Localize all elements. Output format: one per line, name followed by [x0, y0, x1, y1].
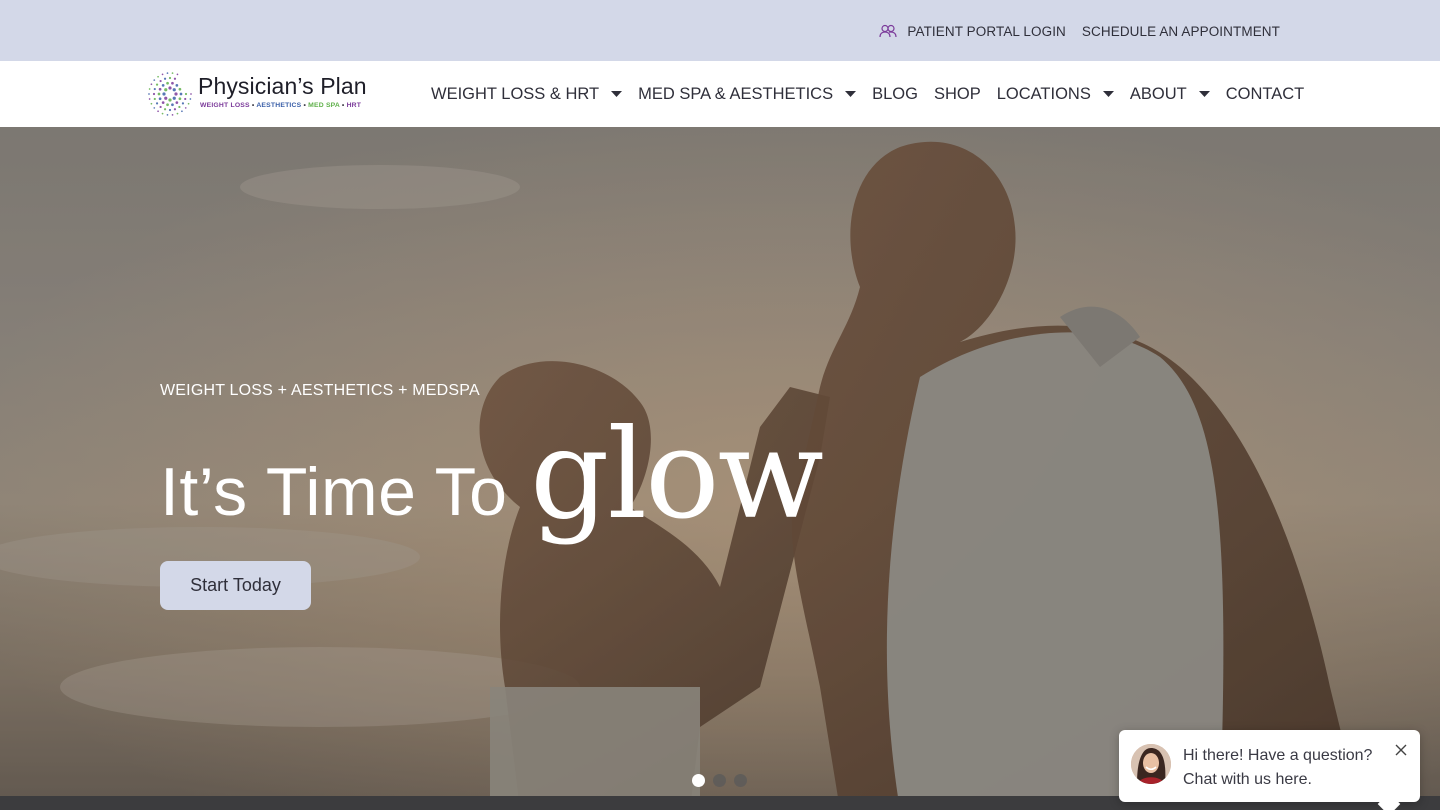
nav-label: ABOUT [1129, 84, 1187, 103]
users-icon [879, 24, 897, 38]
close-icon[interactable] [1394, 743, 1408, 757]
hero-headline-main: It’s Time To [160, 454, 508, 530]
hero-headline-accent: glow [530, 403, 824, 547]
brand-name: Physician’s Plan [198, 73, 367, 99]
brand-tagline: WEIGHT LOSS • AESTHETICS • MED SPA • HRT [200, 102, 361, 109]
main-nav: WEIGHT LOSS & HRT MED SPA & AESTHETICS B… [431, 61, 1304, 127]
nav-item-shop[interactable]: SHOP [934, 85, 981, 104]
site-header: Physician’s Plan WEIGHT LOSS • AESTHETIC… [0, 61, 1440, 127]
nav-item-locations[interactable]: LOCATIONS [997, 85, 1130, 104]
slider-dots [692, 774, 747, 787]
patient-portal-login-label: PATIENT PORTAL LOGIN [907, 23, 1066, 39]
caret-down-icon [1102, 90, 1114, 97]
chat-message-line2: Chat with us here. [1183, 771, 1312, 788]
slider-dot-1[interactable] [692, 774, 705, 787]
tagline-separator: • [251, 102, 255, 109]
chat-bubble-tail [1377, 792, 1401, 810]
chat-message: Hi there! Have a question? Chat with us … [1183, 744, 1383, 792]
slider-dot-3[interactable] [734, 774, 747, 787]
hero-eyebrow: WEIGHT LOSS + AESTHETICS + MEDSPA [160, 382, 480, 399]
tagline-med-spa: MED SPA [308, 102, 340, 109]
schedule-appointment-link[interactable]: SCHEDULE AN APPOINTMENT [1082, 24, 1280, 39]
chat-agent-avatar [1131, 744, 1171, 784]
chat-message-line1: Hi there! Have a question? [1183, 747, 1373, 764]
nav-item-contact[interactable]: CONTACT [1226, 85, 1305, 104]
tagline-weight-loss: WEIGHT LOSS [200, 102, 250, 109]
nav-item-blog[interactable]: BLOG [872, 85, 918, 104]
nav-item-weight-loss-hrt[interactable]: WEIGHT LOSS & HRT [431, 85, 638, 104]
nav-label: SHOP [933, 84, 981, 103]
patient-portal-login-link[interactable]: PATIENT PORTAL LOGIN [879, 24, 1066, 39]
start-today-button[interactable]: Start Today [160, 561, 311, 610]
nav-item-about[interactable]: ABOUT [1130, 85, 1226, 104]
nav-label: LOCATIONS [996, 84, 1091, 103]
nav-label: MED SPA & AESTHETICS [638, 84, 834, 103]
slider-dot-2[interactable] [713, 774, 726, 787]
tagline-separator: • [341, 102, 345, 109]
nav-label: WEIGHT LOSS & HRT [431, 84, 600, 103]
logo-mark-icon [148, 72, 192, 116]
nav-item-med-spa-aesthetics[interactable]: MED SPA & AESTHETICS [638, 85, 872, 104]
tagline-separator: • [303, 102, 307, 109]
caret-down-icon [845, 90, 857, 97]
utility-links: PATIENT PORTAL LOGIN SCHEDULE AN APPOINT… [879, 22, 1280, 40]
top-utility-bar: PATIENT PORTAL LOGIN SCHEDULE AN APPOINT… [0, 0, 1440, 61]
brand-logo[interactable]: Physician’s Plan WEIGHT LOSS • AESTHETIC… [148, 70, 388, 118]
schedule-appointment-label: SCHEDULE AN APPOINTMENT [1081, 23, 1280, 39]
chat-widget[interactable]: Hi there! Have a question? Chat with us … [1119, 730, 1420, 810]
caret-down-icon [1198, 90, 1210, 97]
hero-slider: WEIGHT LOSS + AESTHETICS + MEDSPA It’s T… [0, 127, 1440, 810]
tagline-hrt: HRT [346, 102, 362, 109]
nav-label: BLOG [872, 84, 918, 103]
caret-down-icon [611, 90, 623, 97]
tagline-aesthetics: AESTHETICS [256, 102, 302, 109]
nav-label: CONTACT [1225, 84, 1305, 103]
